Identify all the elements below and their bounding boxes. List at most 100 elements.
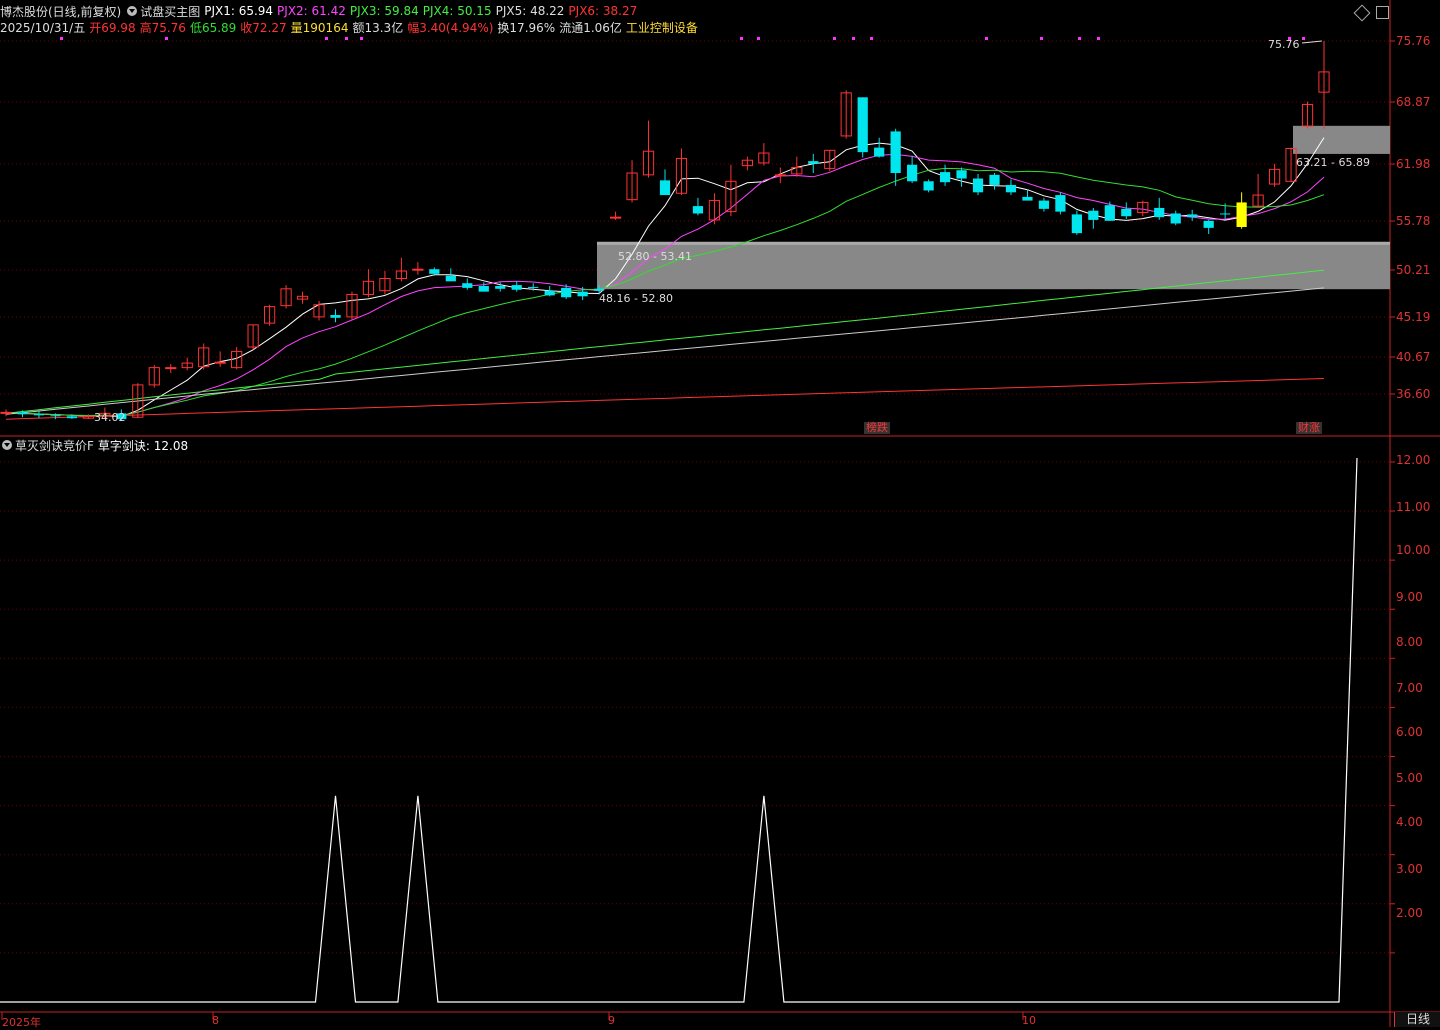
low-price-label: 34.02 — [94, 411, 126, 424]
indicator-tick: 5.00 — [1396, 771, 1423, 785]
signal-dot — [1040, 37, 1043, 40]
indicator-line — [0, 457, 1358, 1003]
chart-canvas[interactable] — [0, 0, 1440, 1027]
candle-body — [874, 147, 885, 157]
candle-body — [774, 174, 786, 177]
zone-low-label: 48.16 - 52.80 — [599, 292, 673, 305]
candle-body — [1104, 205, 1115, 221]
candle-body — [33, 414, 45, 416]
ma-line-pjx6 — [5, 378, 1325, 420]
candle-body — [890, 131, 901, 174]
price-tick: 75.76 — [1396, 34, 1431, 48]
indicator-tick: 11.00 — [1396, 500, 1431, 514]
candle-body — [923, 181, 934, 191]
candle-body — [330, 315, 341, 318]
candle-body — [972, 178, 984, 193]
signal-dot — [1097, 37, 1100, 40]
candle-body — [1022, 196, 1033, 201]
indicator-tick: 7.00 — [1396, 681, 1423, 695]
candle-body — [0, 411, 12, 414]
candle-body — [939, 172, 951, 183]
candle-body — [1187, 214, 1198, 218]
candle-body — [165, 367, 177, 370]
candle-body — [495, 286, 506, 289]
candle-body — [857, 97, 868, 153]
candle-body — [561, 287, 572, 298]
candle-body — [989, 174, 1000, 185]
candle-body — [577, 291, 588, 297]
signal-dot — [757, 37, 760, 40]
signal-dot — [360, 37, 363, 40]
signal-dot — [1078, 37, 1081, 40]
candle-body — [692, 206, 704, 214]
signal-dot — [870, 37, 873, 40]
candle-body — [511, 285, 522, 290]
zone-mid-label: 52.80 - 53.41 — [618, 250, 692, 263]
candle-body — [528, 286, 539, 288]
signal-dot — [852, 37, 855, 40]
event-badge[interactable]: 榜跌 — [864, 422, 890, 434]
price-tick: 61.98 — [1396, 157, 1431, 171]
price-tick: 45.19 — [1396, 310, 1431, 324]
signal-dot — [1302, 37, 1305, 40]
candle-body — [1038, 200, 1050, 209]
resistance-zone — [1293, 125, 1390, 154]
candle-body — [907, 164, 918, 182]
event-badge[interactable]: 财涨 — [1296, 422, 1322, 434]
candle-body — [1220, 213, 1231, 215]
candle-body — [956, 170, 967, 179]
support-zone — [597, 241, 1390, 290]
indicator-tick: 12.00 — [1396, 453, 1431, 467]
candle-body — [1055, 195, 1066, 212]
candle-body — [214, 361, 226, 364]
candle-body — [1121, 208, 1132, 217]
candle-body — [462, 283, 473, 288]
candle-body — [1088, 210, 1099, 220]
candle-body — [412, 268, 424, 271]
zone-upper-label: 63.21 - 65.89 — [1296, 156, 1370, 169]
x-tick: 9 — [608, 1014, 615, 1027]
candle-body — [1071, 214, 1082, 234]
candle-body — [609, 216, 622, 219]
signal-dot — [985, 37, 988, 40]
candle-body — [66, 416, 78, 419]
candle-body — [1154, 207, 1165, 218]
signal-dot — [740, 37, 743, 40]
price-tick: 68.87 — [1396, 95, 1431, 109]
candle-body — [50, 415, 61, 417]
price-tick: 55.78 — [1396, 214, 1431, 228]
period-tab[interactable]: 日线 — [1394, 1012, 1440, 1027]
candle-body — [544, 290, 555, 296]
price-tick: 36.60 — [1396, 387, 1431, 401]
candle-body — [593, 288, 605, 291]
candle-body — [429, 269, 440, 274]
x-tick: 8 — [212, 1014, 219, 1027]
zone-edge — [597, 241, 1390, 245]
indicator-tick: 2.00 — [1396, 906, 1423, 920]
signal-dot — [60, 37, 63, 40]
candle-body — [445, 275, 456, 282]
indicator-tick: 6.00 — [1396, 725, 1423, 739]
candle-body — [1170, 213, 1181, 224]
candle-body — [478, 286, 489, 292]
indicator-tick: 3.00 — [1396, 862, 1423, 876]
peak-price-label: 75.76 — [1268, 38, 1300, 51]
indicator-tick: 9.00 — [1396, 590, 1423, 604]
signal-dot — [165, 37, 168, 40]
indicator-tick: 4.00 — [1396, 815, 1423, 829]
x-tick: 10 — [1022, 1014, 1036, 1027]
candle-body — [1203, 220, 1214, 228]
indicator-tick: 8.00 — [1396, 635, 1423, 649]
price-tick: 40.67 — [1396, 350, 1431, 364]
indicator-tick: 10.00 — [1396, 543, 1431, 557]
candle-body — [1005, 184, 1017, 193]
signal-dot — [325, 37, 328, 40]
signal-dot — [833, 37, 836, 40]
signal-dot — [345, 37, 348, 40]
candle-body — [1236, 202, 1247, 227]
candle-body — [808, 161, 819, 164]
x-tick: 2025年 — [2, 1016, 41, 1029]
candle-body — [659, 180, 671, 196]
candle-body — [17, 412, 28, 415]
price-tick: 50.21 — [1396, 263, 1431, 277]
